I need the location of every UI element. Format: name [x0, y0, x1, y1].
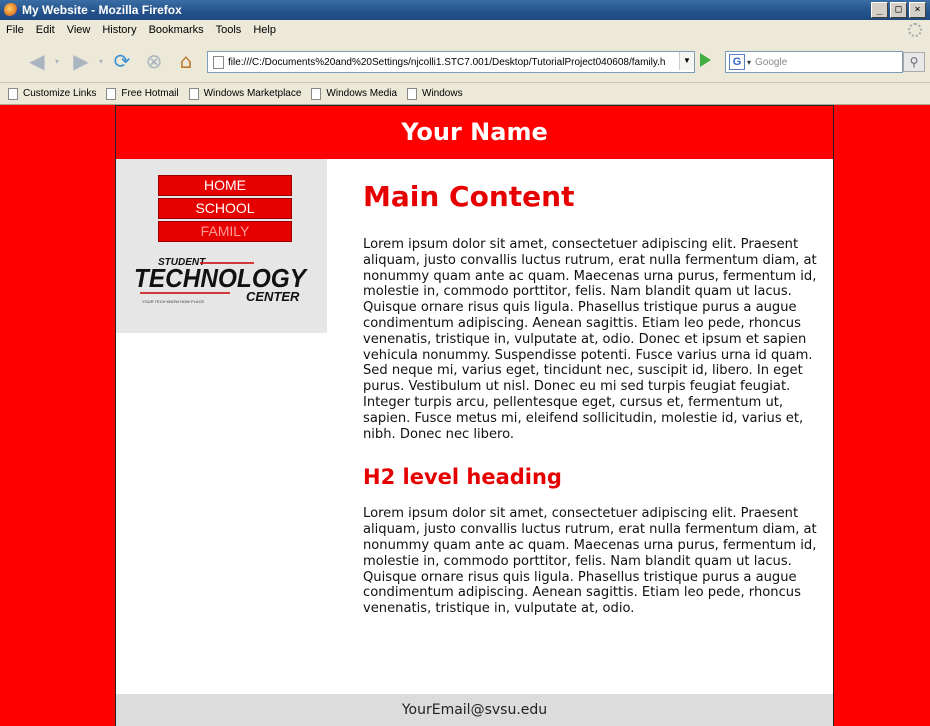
menu-edit[interactable]: Edit: [36, 24, 55, 36]
window-title: My Website - Mozilla Firefox: [22, 3, 182, 17]
back-arrow-icon[interactable]: ◀: [24, 49, 50, 73]
go-arrow-icon[interactable]: [700, 53, 711, 67]
bookmarks-toolbar: Customize Links Free Hotmail Windows Mar…: [0, 83, 930, 105]
search-magnifier-icon[interactable]: ⚲: [903, 52, 925, 72]
stop-icon[interactable]: ⊗: [142, 49, 166, 73]
window-controls: _ □ ×: [871, 2, 926, 18]
logo-center: CENTER: [246, 289, 300, 304]
sidebar: HOME SCHOOL FAMILY STUDENT TECHNOLOGY YO…: [116, 159, 327, 333]
site-nav: HOME SCHOOL FAMILY: [158, 175, 292, 244]
back-dropdown-icon[interactable]: ▾: [52, 50, 62, 72]
menu-bookmarks[interactable]: Bookmarks: [149, 24, 204, 36]
throbber-icon: [908, 23, 922, 37]
page-icon: [213, 55, 224, 69]
url-dropdown-icon[interactable]: ▼: [679, 52, 694, 70]
bookmark-windows-media[interactable]: Windows Media: [311, 87, 397, 100]
menu-view[interactable]: View: [67, 24, 91, 36]
menu-bar: File Edit View History Bookmarks Tools H…: [0, 20, 930, 40]
student-technology-center-logo: STUDENT TECHNOLOGY YOUR TECH KNOW HOW PL…: [134, 257, 308, 304]
page-container: Your Name HOME SCHOOL FAMILY STUDENT TEC…: [115, 105, 834, 726]
google-engine-icon[interactable]: G: [729, 54, 745, 70]
logo-tagline: YOUR TECH KNOW HOW PLACE: [142, 299, 204, 304]
search-placeholder: Google: [755, 56, 788, 68]
menu-help[interactable]: Help: [253, 24, 276, 36]
main-content: Main Content Lorem ipsum dolor sit amet,…: [363, 159, 818, 617]
home-icon[interactable]: ⌂: [174, 49, 198, 73]
navigation-toolbar: ◀ ▾ ▶ ▾ ⟳ ⊗ ⌂ file:///C:/Documents%20and…: [0, 40, 930, 83]
h2-heading: H2 level heading: [363, 465, 562, 490]
bookmark-windows-marketplace[interactable]: Windows Marketplace: [188, 87, 301, 100]
close-button[interactable]: ×: [909, 2, 926, 18]
menu-history[interactable]: History: [102, 24, 136, 36]
nav-school-link[interactable]: SCHOOL: [158, 198, 292, 219]
forward-dropdown-icon[interactable]: ▾: [96, 50, 106, 72]
engine-dropdown-icon[interactable]: ▾: [747, 58, 751, 67]
paragraph-2: Lorem ipsum dolor sit amet, consectetuer…: [363, 506, 817, 617]
url-text: file:///C:/Documents%20and%20Settings/nj…: [228, 56, 666, 68]
bookmark-page-icon: [8, 87, 18, 100]
maximize-button[interactable]: □: [890, 2, 907, 18]
bookmark-page-icon: [188, 87, 199, 100]
nav-family-link[interactable]: FAMILY: [158, 221, 292, 242]
bookmark-page-icon: [311, 87, 322, 100]
menu-file[interactable]: File: [6, 24, 24, 36]
window-titlebar[interactable]: My Website - Mozilla Firefox _ □ ×: [0, 0, 930, 20]
bookmark-windows[interactable]: Windows: [407, 87, 463, 100]
menu-tools[interactable]: Tools: [216, 24, 242, 36]
firefox-icon: [4, 3, 18, 17]
site-footer: YourEmail@svsu.edu: [116, 694, 833, 726]
reload-icon[interactable]: ⟳: [110, 49, 134, 73]
minimize-button[interactable]: _: [871, 2, 888, 18]
bookmark-page-icon: [106, 87, 117, 100]
url-bar[interactable]: file:///C:/Documents%20and%20Settings/nj…: [207, 51, 695, 73]
search-input[interactable]: G ▾ Google: [725, 51, 903, 73]
bookmark-page-icon: [407, 87, 418, 100]
nav-home-link[interactable]: HOME: [158, 175, 292, 196]
page-viewport[interactable]: Your Name HOME SCHOOL FAMILY STUDENT TEC…: [0, 105, 930, 726]
bookmark-free-hotmail[interactable]: Free Hotmail: [106, 87, 179, 100]
forward-arrow-icon[interactable]: ▶: [68, 49, 94, 73]
bookmark-customize-links[interactable]: Customize Links: [8, 87, 96, 100]
site-header: Your Name: [116, 105, 833, 159]
paragraph-1: Lorem ipsum dolor sit amet, consectetuer…: [363, 237, 817, 442]
main-heading: Main Content: [363, 180, 575, 213]
